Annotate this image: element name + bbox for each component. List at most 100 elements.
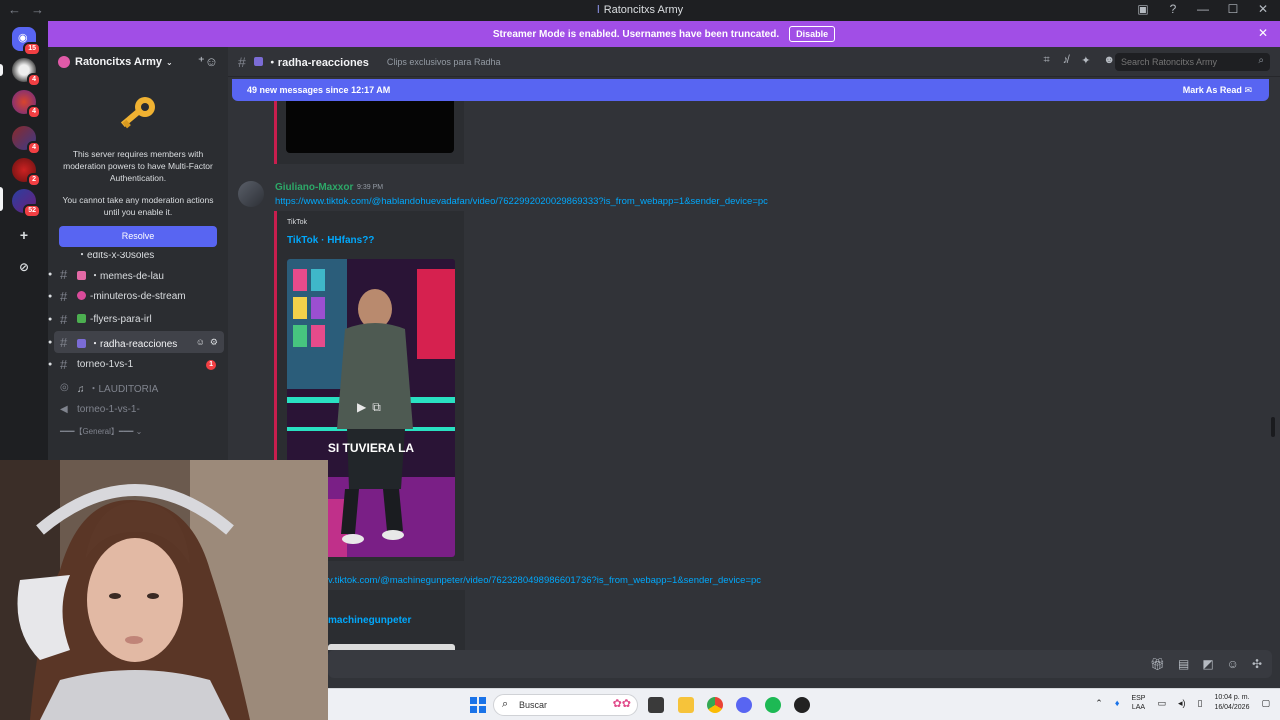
resolve-button[interactable]: Resolve [59, 226, 217, 247]
channel-topic: Clips exclusivos para Radha [386, 56, 501, 67]
hash-icon: # [60, 357, 68, 373]
category-general[interactable]: ━━━【General】━━━ ⌄ [48, 421, 228, 443]
settings-gear-icon[interactable]: ⚙ [210, 337, 218, 348]
channel-list: ・edits-x-30soles ● # ・memes-de-lau ● # -… [48, 252, 228, 443]
channel-title-text: ・radha-reacciones [266, 56, 369, 69]
minimize-button[interactable]: — [1196, 2, 1210, 16]
embed-title[interactable]: TikTok · HHfans?? [287, 235, 374, 246]
spotify-icon[interactable] [765, 697, 781, 713]
channel-label: -flyers-para-irl [90, 313, 152, 325]
server-icon-2[interactable]: 4 [12, 90, 41, 119]
new-messages-text: 49 new messages since 12:17 AM [247, 85, 391, 95]
mfa-text: This server requires members with modera… [63, 149, 213, 183]
gif-icon[interactable]: ▤ [1178, 657, 1189, 671]
notifications-icon[interactable]: ▢ [1261, 698, 1270, 709]
message-author[interactable]: Giuliano-Maxxor [275, 182, 353, 193]
embed-provider[interactable]: TikTok [287, 219, 307, 226]
unread-dot-icon: ● [48, 361, 53, 369]
avatar[interactable] [238, 181, 264, 207]
embed-image[interactable] [286, 101, 454, 153]
pin-icon[interactable]: ✦ [1081, 54, 1090, 67]
discover-icon[interactable]: ⊘ [12, 255, 36, 279]
unread-dot-icon: ● [48, 338, 53, 346]
windows-taskbar: ⌕ Buscar ✿✿ ⌃ ♦ ESP LAA ▭ ◂) ▯ 10:04 p. m… [328, 688, 1280, 720]
scrollbar[interactable] [1271, 417, 1275, 437]
emoji-icon[interactable]: ☺ [1227, 657, 1239, 671]
dm-badge: 15 [23, 42, 41, 56]
message-input[interactable] [328, 650, 1272, 678]
hash-icon: # [60, 311, 68, 327]
apps-icon[interactable]: ✣ [1252, 657, 1262, 671]
help-icon[interactable]: ? [1166, 2, 1180, 16]
message-list[interactable]: Giuliano-Maxxor 9:39 PM https://www.tikt… [228, 77, 1280, 650]
message-link-2[interactable]: v.tiktok.com/@machinegunpeter/video/7623… [328, 575, 761, 586]
sticker-icon[interactable]: ◩ [1202, 657, 1213, 671]
search-input[interactable] [1115, 53, 1270, 71]
direct-messages-button[interactable]: ◉ 15 [12, 27, 41, 56]
channel-edits[interactable]: ・edits-x-30soles [48, 252, 228, 263]
clock[interactable]: 10:04 p. m. 16/04/2026 [1214, 693, 1249, 713]
message-composer: 🎁︎ ▤ ◩ ☺ ✣ [228, 650, 1280, 688]
mark-read-icon: ✉ [1244, 85, 1252, 95]
threads-icon[interactable]: ⌗ [1044, 54, 1050, 67]
network-icon[interactable]: ▭ [1157, 698, 1166, 709]
channel-minuteros[interactable]: ● # -minuteros-de-stream [48, 286, 228, 309]
server-icon-ratoncitxs[interactable]: 52 [12, 189, 41, 218]
close-button[interactable]: ✕ [1256, 2, 1270, 16]
invite-icon[interactable]: ☺ [196, 337, 205, 348]
channel-name: -flyers-para-irl [77, 313, 152, 325]
new-messages-bar[interactable]: 49 new messages since 12:17 AM Mark As R… [232, 79, 1269, 101]
chevron-up-icon[interactable]: ⌃ [1095, 698, 1103, 709]
server-folder[interactable]: 4 [12, 126, 41, 155]
channel-radha-reacciones[interactable]: ● # ・radha-reacciones ☺ ⚙ [48, 330, 224, 354]
channel-flyers[interactable]: ● # -flyers-para-irl [48, 308, 228, 331]
open-external-icon[interactable]: ⧉ [372, 400, 381, 415]
picture-emoji-icon [77, 313, 86, 323]
disable-button[interactable]: Disable [789, 26, 836, 42]
server-badge: 4 [27, 73, 41, 87]
obs-icon[interactable] [794, 697, 810, 713]
chrome-icon[interactable] [707, 697, 723, 713]
channel-title: ・radha-reacciones [253, 54, 369, 70]
channel-memes-de-lau[interactable]: ● # ・memes-de-lau [48, 263, 228, 286]
banner-close-icon[interactable]: ✕ [1258, 26, 1268, 40]
hash-icon: # [238, 53, 246, 70]
server-icon-1[interactable]: 4 [12, 58, 41, 87]
server-badge: 2 [27, 173, 41, 187]
battery-icon[interactable]: ▯ [1197, 698, 1202, 709]
add-server-icon[interactable]: + [12, 223, 36, 247]
embed-title-2[interactable]: machinegunpeter [328, 615, 411, 626]
maximize-button[interactable]: ☐ [1226, 2, 1240, 16]
invite-people-icon[interactable]: ⁺☺ [198, 54, 218, 70]
streamer-mode-banner: Streamer Mode is enabled. Usernames have… [48, 21, 1280, 47]
banner-text: Streamer Mode is enabled. Usernames have… [492, 28, 780, 40]
message-link[interactable]: https://www.tiktok.com/@hablandohuevadaf… [275, 196, 768, 207]
gift-icon[interactable]: 🎁︎ [1150, 657, 1165, 671]
window-title-text: Ratoncitxs Army [603, 4, 684, 16]
microphone-icon[interactable]: ♦ [1115, 698, 1120, 708]
task-view-icon[interactable] [648, 697, 664, 713]
channel-lauditoria[interactable]: ◎ ♫ ・LAUDITORIA [48, 376, 228, 399]
film-emoji-icon [253, 56, 263, 66]
file-explorer-icon[interactable] [678, 697, 694, 713]
server-header[interactable]: Ratoncitxs Army ⌄ ⁺☺ [48, 47, 228, 77]
language-indicator[interactable]: ESP LAA [1131, 694, 1145, 712]
channel-torneo-voice[interactable]: ◀ torneo-1-vs-1- [48, 399, 228, 422]
play-icon[interactable]: ▶ [357, 400, 366, 415]
channel-actions: ☺ ⚙ [196, 337, 218, 348]
mfa-text-2: You cannot take any moderation actions u… [62, 195, 214, 217]
layout-code: LAA [1131, 704, 1146, 711]
volume-icon[interactable]: ◂) [1178, 698, 1186, 709]
taskbar-search[interactable]: ⌕ Buscar ✿✿ [493, 694, 638, 716]
start-button[interactable] [470, 697, 486, 713]
discord-icon[interactable] [736, 697, 752, 713]
inbox-icon[interactable]: ▣ [1136, 2, 1150, 16]
channel-torneo[interactable]: ● # torneo-1vs-1 1 [48, 353, 228, 376]
channel-name: ・memes-de-lau [77, 267, 164, 282]
members-icon[interactable]: ☻ [1103, 54, 1115, 67]
hash-icon: # [60, 289, 68, 305]
mute-icon[interactable]: ♪̸ [1063, 54, 1069, 67]
mark-as-read-button[interactable]: Mark As Read ✉ [1183, 85, 1252, 96]
server-icon-3[interactable]: 2 [12, 158, 41, 187]
castle-emoji-icon [77, 270, 86, 280]
